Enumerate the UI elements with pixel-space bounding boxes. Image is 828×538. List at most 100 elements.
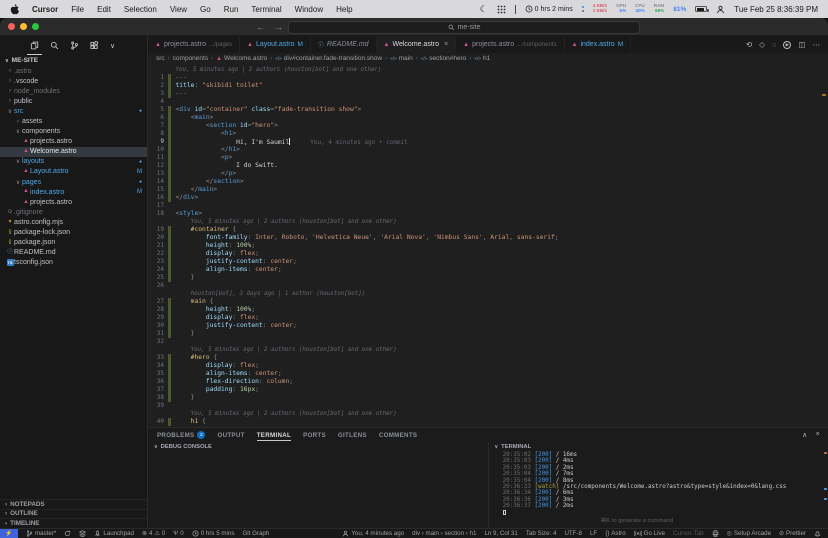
gitlens[interactable] [79, 530, 86, 537]
breadcrumb-item[interactable]: </>div#container.fade-transition.show [275, 55, 382, 62]
zoom-window-button[interactable] [32, 23, 39, 30]
network-stats[interactable]: 4 KB/s1 KB/s [593, 4, 607, 13]
code-editor[interactable]: You, 5 minutes ago | 2 authors (houston[… [148, 64, 828, 427]
panel-tab-terminal[interactable]: TERMINAL [257, 428, 291, 442]
menu-view[interactable]: View [170, 5, 187, 14]
breadcrumb-item[interactable]: ▲Welcome.astro [216, 55, 267, 62]
tab-welcome-astro[interactable]: ▲Welcome.astro× [377, 36, 457, 53]
menu-edit[interactable]: Edit [97, 5, 111, 14]
menu-window[interactable]: Window [295, 5, 323, 14]
explorer-section-header[interactable]: ∨ ME-SITE [0, 55, 147, 66]
tree-item-welcome-astro[interactable]: ▲Welcome.astro [0, 147, 147, 157]
panel-tab-output[interactable]: OUTPUT [217, 428, 244, 442]
editor-scrollbar[interactable] [820, 64, 828, 427]
compare-changes-icon[interactable]: ◇ [759, 40, 765, 49]
user-icon[interactable] [716, 5, 725, 14]
breadcrumb-item[interactable]: </>main [390, 55, 413, 62]
cpu-stats[interactable]: CPU40% [635, 4, 645, 13]
breadcrumb-item[interactable]: </>h1 [474, 55, 490, 62]
apple-menu-icon[interactable] [10, 4, 19, 15]
menu-help[interactable]: Help [336, 5, 352, 14]
counter[interactable]: Ψ0 [173, 530, 183, 537]
tab-layout-astro[interactable]: ▲Layout.astroM [240, 36, 311, 53]
tree-item-tsconfig-json[interactable]: TStsconfig.json [0, 258, 147, 268]
panel-tab-problems[interactable]: PROBLEMS2 [157, 428, 205, 442]
menu-terminal[interactable]: Terminal [251, 5, 281, 14]
run-file-icon[interactable]: ▶ [783, 41, 791, 49]
remote-indicator[interactable]: ⚡ [0, 529, 18, 538]
source-control-icon[interactable] [70, 36, 79, 55]
menu-go[interactable]: Go [200, 5, 211, 14]
command-center-search[interactable]: me-site [288, 21, 640, 34]
tree-item-assets[interactable]: ›assets [0, 116, 147, 126]
tab-readme-md[interactable]: ⓘREADME.md [311, 36, 377, 53]
menu-run[interactable]: Run [224, 5, 239, 14]
tab-size[interactable]: Tab Size: 4 [526, 530, 557, 537]
more-actions-icon[interactable]: ⋯ [813, 40, 821, 49]
terminal-pane[interactable]: ∨TERMINAL 20:35:02 [200] / 16ms 20:35:03… [489, 442, 828, 528]
menu-selection[interactable]: Selection [124, 5, 157, 14]
tree-item-components[interactable]: ∨components [0, 127, 147, 137]
sync-status[interactable] [64, 530, 71, 537]
sidebar-section-outline[interactable]: ›OUTLINE [0, 509, 147, 519]
tree-item--astro[interactable]: ›.astro [0, 66, 147, 76]
battery-icon[interactable] [695, 6, 707, 12]
blame-status[interactable]: You, 4 minutes ago [342, 530, 404, 537]
chevron-down-icon[interactable]: ∨ [154, 444, 158, 450]
tree-item--gitignore[interactable]: ⊙.gitignore [0, 207, 147, 217]
tab-index-astro[interactable]: ▲index.astroM [565, 36, 632, 53]
tree-item-package-lock-json[interactable]: {}package-lock.json [0, 228, 147, 238]
sidebar-section-notepads[interactable]: ›NOTEPADS [0, 499, 147, 509]
panel-tab-ports[interactable]: PORTS [303, 428, 326, 442]
search-icon[interactable] [50, 36, 59, 55]
tab-projects-astro[interactable]: ▲projects.astro.../pages [148, 36, 240, 53]
menu-file[interactable]: File [71, 5, 84, 14]
encoding[interactable]: UTF-8 [564, 530, 582, 537]
grid-icon[interactable] [497, 5, 506, 14]
gpu-stats[interactable]: GPU5% [616, 4, 626, 13]
eol[interactable]: LF [590, 530, 597, 537]
tab-projects-astro[interactable]: ▲projects.astro.../components [456, 36, 564, 53]
tree-item-index-astro[interactable]: ▲index.astroM [0, 187, 147, 197]
breadcrumb-item[interactable]: src [156, 55, 165, 62]
tree-item--vscode[interactable]: ›.vscode [0, 76, 147, 86]
tree-item-src[interactable]: ∨src● [0, 106, 147, 116]
extensions-icon[interactable] [90, 36, 99, 55]
menubar-clock[interactable]: Tue Feb 25 8:36:39 PM [734, 5, 818, 14]
explorer-icon[interactable] [30, 36, 39, 55]
open-preview-icon[interactable]: ◌ [772, 40, 776, 49]
tree-item-projects-astro[interactable]: ▲projects.astro [0, 137, 147, 147]
go-live[interactable]: Go Live [634, 530, 665, 537]
notifications[interactable] [814, 530, 821, 537]
breadcrumb-item[interactable]: </>section#hero [421, 55, 467, 62]
cursor-position[interactable]: Ln 9, Col 31 [484, 530, 517, 537]
tree-item-astro-config-mjs[interactable]: ✦astro.config.mjs [0, 217, 147, 227]
tree-item-projects-astro[interactable]: ▲projects.astro [0, 197, 147, 207]
chevron-down-icon[interactable]: ∨ [495, 444, 499, 450]
session-timer[interactable]: 0 hrs 2 mins [525, 5, 573, 13]
menu-cursor[interactable]: Cursor [32, 5, 58, 14]
terminal-output[interactable]: 20:35:02 [200] / 16ms 20:35:03 [200] / 4… [489, 452, 828, 517]
debug-console-pane[interactable]: ∨DEBUG CONSOLE [148, 442, 489, 528]
focus-mode-icon[interactable]: ☾ [480, 5, 488, 14]
prettier[interactable]: ⊘Prettier [779, 530, 806, 537]
battery-percent[interactable]: 81% [673, 6, 686, 13]
breadcrumb-item[interactable]: components [173, 55, 208, 62]
tree-item-node-modules[interactable]: ›node_modules [0, 86, 147, 96]
titlebar[interactable]: ← → me-site [0, 18, 828, 36]
dots-indicator[interactable] [582, 6, 584, 12]
close-window-button[interactable] [8, 23, 15, 30]
file-history-icon[interactable]: ⟲ [746, 40, 752, 49]
tree-item-package-json[interactable]: {}package.json [0, 238, 147, 248]
split-editor-icon[interactable]: ◫ [798, 40, 805, 49]
ram-stats[interactable]: RAM68% [654, 4, 664, 13]
sidebar-section-timeline[interactable]: ›TIMELINE [0, 518, 147, 528]
chevron-down-icon[interactable]: ∨ [110, 36, 115, 55]
language-mode[interactable]: {}Astro [605, 530, 625, 537]
time-tracker[interactable]: 0 hrs 5 mins [192, 530, 235, 537]
git-graph[interactable]: Git Graph [242, 530, 269, 537]
close-panel-icon[interactable]: × [816, 431, 820, 439]
cursor-tab[interactable]: Cursor-Tab [673, 530, 704, 537]
forward-icon[interactable]: → [274, 22, 283, 32]
tree-item-public[interactable]: ›public [0, 96, 147, 106]
